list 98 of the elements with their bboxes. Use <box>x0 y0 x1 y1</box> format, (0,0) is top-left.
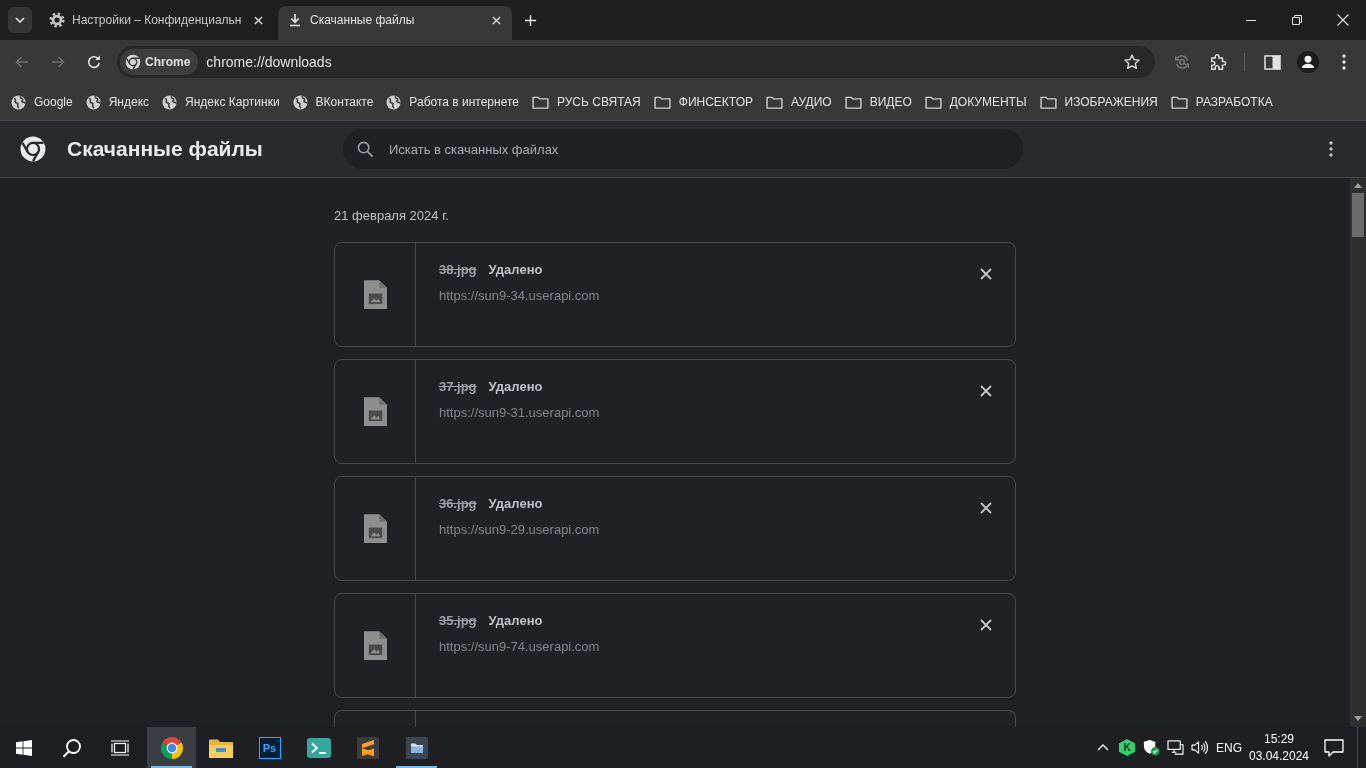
restore-icon <box>1292 15 1302 25</box>
star-icon <box>1123 53 1141 71</box>
gear-icon <box>49 12 65 28</box>
side-panel-icon <box>1263 54 1281 70</box>
globe-icon <box>11 94 26 110</box>
folder-tile-icon <box>405 736 428 759</box>
close-icon <box>1337 14 1349 26</box>
taskbar-app-button[interactable] <box>147 727 196 768</box>
browser-tab[interactable]: Настройки – Конфиденциальн <box>40 6 274 40</box>
bookmark-folder[interactable]: ВИДЕО <box>838 88 918 116</box>
bookmark-folder[interactable]: ИЗОБРАЖЕНИЯ <box>1033 88 1164 116</box>
search-icon <box>357 140 374 158</box>
bookmark-folder[interactable]: АУДИО <box>759 88 838 116</box>
bookmark-folder[interactable]: РАЗРАБОТКА <box>1164 88 1279 116</box>
minimize-icon <box>1246 19 1256 21</box>
taskbar-app-button[interactable]: Ps <box>245 727 294 768</box>
site-info-chip[interactable]: Chrome <box>120 49 199 75</box>
download-icon <box>287 12 303 28</box>
shield-check-icon <box>1142 739 1160 756</box>
file-name: 35.jpg <box>439 613 477 629</box>
bookmark-link[interactable]: Яндекс Картинки <box>156 88 286 116</box>
image-file-icon <box>363 631 387 660</box>
image-file-icon <box>363 280 387 309</box>
browser-logo-icon <box>125 54 141 70</box>
image-file-icon <box>363 514 387 543</box>
source-url: https://sun9-34.userapi.com <box>439 288 601 304</box>
close-icon <box>980 619 992 631</box>
search-input[interactable]: Искать в скачанных файлах <box>389 141 1023 157</box>
window-tiles-icon <box>16 739 32 756</box>
folder-icon <box>1039 95 1057 109</box>
file-name: 36.jpg <box>439 496 477 512</box>
folder-icon <box>844 95 862 109</box>
bookmark-link[interactable]: Работа в интернете <box>380 88 525 116</box>
circular-arrows-icon <box>1173 53 1191 71</box>
chevron-up-icon <box>1097 744 1109 751</box>
close-icon <box>980 502 992 514</box>
bookmark-link[interactable]: ВКонтакте <box>286 88 380 116</box>
bookmark-folder[interactable]: ДОКУМЕНТЫ <box>918 88 1033 116</box>
bookmark-folder[interactable]: РУСЬ СВЯТАЯ <box>526 88 647 116</box>
stripes-logo-icon <box>356 736 379 759</box>
bookmark-folder[interactable]: ФИНСЕКТОР <box>647 88 759 116</box>
bookmark-link[interactable]: Яндекс <box>79 88 156 116</box>
search-icon <box>62 737 82 758</box>
folder-icon <box>1170 95 1188 109</box>
close-icon <box>491 15 501 25</box>
monitor-icon <box>1166 740 1184 755</box>
address-bar[interactable]: Chrome chrome://downloads <box>117 46 1155 78</box>
folder-icon <box>532 95 549 109</box>
browser-tab[interactable]: Скачанные файлы <box>278 6 512 40</box>
close-icon <box>980 268 992 280</box>
close-icon <box>253 15 263 25</box>
message-icon <box>1324 738 1344 757</box>
source-url: https://sun9-74.userapi.com <box>439 639 601 655</box>
back-arrow-icon <box>14 54 30 70</box>
plus-icon <box>523 13 537 27</box>
image-file-icon <box>363 397 387 426</box>
page-title: Скачанные файлы <box>67 137 263 161</box>
scrollbar[interactable] <box>1350 178 1366 727</box>
file-name: 38.jpg <box>439 262 477 278</box>
folder-icon <box>653 95 671 109</box>
language-button[interactable]: ENG <box>1212 727 1246 768</box>
globe-icon <box>386 94 402 110</box>
file-name: 37.jpg <box>439 379 477 395</box>
download-status: Удалено <box>488 496 543 512</box>
browser-logo-icon <box>20 136 46 162</box>
download-status: Удалено <box>488 613 543 629</box>
download-status: Удалено <box>488 262 543 278</box>
date-heading: 21 февраля 2024 г. <box>334 208 450 224</box>
folder-icon <box>924 95 942 109</box>
speaker-icon <box>1190 740 1208 755</box>
tab-list-button[interactable] <box>8 7 32 33</box>
scroll-up-icon[interactable] <box>1354 183 1362 188</box>
forward-arrow-icon <box>50 54 66 70</box>
globe-icon <box>292 94 308 110</box>
task-view-icon <box>111 739 129 756</box>
tray-app-badge[interactable]: K <box>1119 739 1135 756</box>
search-field[interactable]: Искать в скачанных файлах <box>343 129 1023 169</box>
folder-icon <box>765 95 783 109</box>
clock-button[interactable]: 15:29 03.04.2024 <box>1247 727 1311 768</box>
puzzle-icon <box>1209 53 1227 71</box>
browser-logo-icon <box>159 735 184 760</box>
download-status: Удалено <box>488 379 543 395</box>
source-url: https://sun9-29.userapi.com <box>439 522 601 538</box>
folder-icon <box>208 737 233 758</box>
scroll-thumb[interactable] <box>1352 193 1364 237</box>
person-icon <box>1297 51 1319 73</box>
scroll-down-icon[interactable] <box>1354 716 1362 721</box>
menu-icon <box>1342 54 1346 70</box>
close-icon <box>980 385 992 397</box>
source-url: https://sun9-31.userapi.com <box>439 405 601 421</box>
chevron-down-icon <box>15 17 25 23</box>
menu-icon <box>1329 141 1333 157</box>
address-text[interactable]: chrome://downloads <box>206 54 332 70</box>
globe-icon <box>85 94 101 110</box>
terminal-icon <box>306 737 331 758</box>
bookmark-link[interactable]: Google <box>5 88 79 116</box>
globe-icon <box>162 94 178 110</box>
reload-icon <box>86 54 102 70</box>
